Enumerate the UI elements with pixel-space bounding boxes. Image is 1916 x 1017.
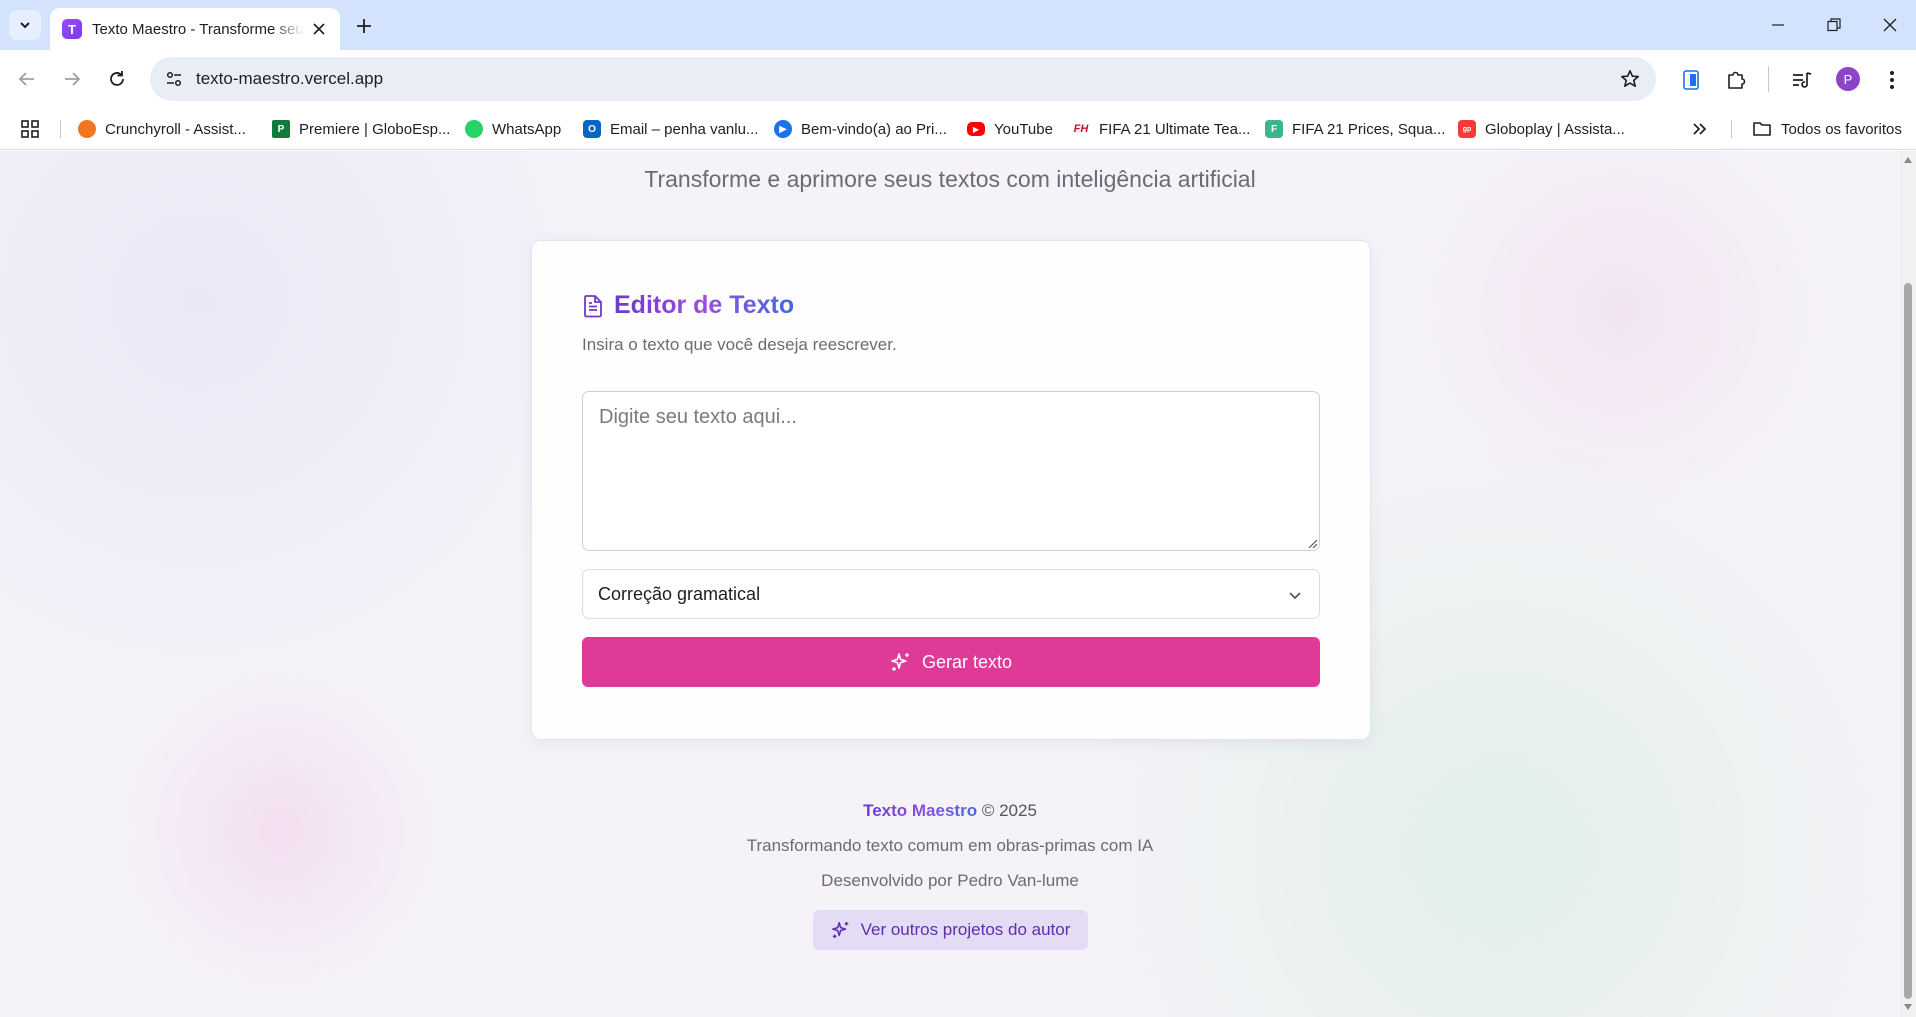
bookmarks-divider <box>60 120 61 138</box>
premiere-icon: P <box>272 120 290 138</box>
sparkles-icon <box>891 653 909 671</box>
minimize-button[interactable] <box>1750 0 1806 50</box>
footer-tagline: Transformando texto comum em obras-prima… <box>746 836 1154 855</box>
youtube-icon: ▶ <box>967 122 985 136</box>
extensions-puzzle-icon[interactable] <box>1723 67 1749 93</box>
browser-toolbar: texto-maestro.vercel.app <box>0 50 1916 108</box>
bookmark-star-icon[interactable] <box>1618 67 1642 91</box>
bookmark-prime-video[interactable]: ▶ Bem-vindo(a) ao Pri... <box>774 108 947 150</box>
bookmark-label: Premiere | GloboEsp... <box>299 120 451 138</box>
address-bar[interactable]: texto-maestro.vercel.app <box>150 57 1656 101</box>
media-queue-icon[interactable] <box>1789 67 1815 93</box>
page-subtitle: Transforme e aprimore seus textos com in… <box>644 166 1256 192</box>
scroll-down-arrow[interactable] <box>1904 1004 1912 1010</box>
tab-search-side-icon[interactable] <box>1678 67 1704 93</box>
apps-grid-icon <box>21 120 39 138</box>
bookmark-whatsapp[interactable]: WhatsApp <box>465 108 561 150</box>
generate-text-button[interactable]: Gerar texto <box>582 637 1320 687</box>
bookmark-youtube[interactable]: ▶ YouTube <box>967 108 1053 150</box>
new-tab-button[interactable] <box>350 12 378 40</box>
folder-icon <box>1753 122 1771 136</box>
bookmark-label: Globoplay | Assista... <box>1485 120 1625 138</box>
scroll-up-arrow[interactable] <box>1904 157 1912 163</box>
browser-tab-active[interactable]: T Texto Maestro - Transforme seus textos <box>50 8 340 50</box>
footer-author: Desenvolvido por Pedro Van-lume <box>821 871 1079 890</box>
bookmarks-overflow-button[interactable] <box>1692 108 1708 150</box>
futbin-icon: F <box>1265 120 1283 138</box>
scrollbar-thumb[interactable] <box>1904 283 1912 999</box>
close-icon <box>1883 18 1897 32</box>
document-icon <box>584 294 602 317</box>
bookmark-premiere[interactable]: P Premiere | GloboEsp... <box>272 108 450 150</box>
page-viewport: Transforme e aprimore seus textos com in… <box>0 151 1900 1017</box>
bookmark-label: Crunchyroll - Assist... <box>105 120 246 138</box>
reload-button[interactable] <box>100 62 134 96</box>
outlook-icon: O <box>583 120 601 138</box>
prime-video-icon: ▶ <box>774 120 792 138</box>
other-projects-label: Ver outros projetos do autor <box>860 920 1071 939</box>
crunchyroll-icon <box>78 120 96 138</box>
footer-brand-line: Texto Maestro © 2025 <box>0 801 1900 821</box>
rewrite-mode-select[interactable]: Correção gramatical <box>582 569 1320 619</box>
tab-close-button[interactable] <box>308 18 330 40</box>
chevron-down-icon <box>20 22 30 29</box>
tab-search-button[interactable] <box>9 10 41 40</box>
whatsapp-icon <box>465 120 483 138</box>
bookmark-label: YouTube <box>994 120 1053 138</box>
bookmark-label: FIFA 21 Ultimate Tea... <box>1099 120 1251 138</box>
futhead-icon: FH <box>1073 123 1089 135</box>
chevron-down-icon <box>1289 592 1301 600</box>
rewrite-mode-value: Correção gramatical <box>598 583 761 604</box>
forward-button[interactable] <box>55 62 89 96</box>
bookmark-outlook[interactable]: O Email – penha vanlu... <box>583 108 758 150</box>
resize-handle-icon[interactable] <box>1308 539 1318 549</box>
url-text: texto-maestro.vercel.app <box>196 69 384 88</box>
bookmark-label: FIFA 21 Prices, Squa... <box>1292 120 1446 138</box>
editor-header: Editor de Texto <box>582 291 794 320</box>
bookmark-label: Bem-vindo(a) ao Pri... <box>801 120 947 138</box>
page-scrollbar[interactable] <box>1900 151 1916 1017</box>
bookmark-futhead[interactable]: FH FIFA 21 Ultimate Tea... <box>1072 108 1251 150</box>
plus-icon <box>357 19 371 33</box>
tab-title: Texto Maestro - Transforme seus textos <box>92 20 304 38</box>
other-projects-button[interactable]: Ver outros projetos do autor <box>813 910 1088 950</box>
double-chevron-right-icon <box>1693 123 1707 135</box>
generate-text-label: Gerar texto <box>921 651 1013 672</box>
more-menu-icon[interactable] <box>1879 67 1905 93</box>
close-window-button[interactable] <box>1862 0 1916 50</box>
all-bookmarks-folder[interactable]: Todos os favoritos <box>1752 108 1902 150</box>
restore-icon <box>1827 18 1841 32</box>
reload-icon <box>110 71 124 86</box>
bookmark-globoplay[interactable]: gp Globoplay | Assista... <box>1458 108 1625 150</box>
bookmark-label: Email – penha vanlu... <box>610 120 759 138</box>
bookmarks-bar: Crunchyroll - Assist... P Premiere | Glo… <box>0 108 1916 150</box>
apps-grid-button[interactable] <box>20 108 40 150</box>
all-bookmarks-label: Todos os favoritos <box>1781 120 1902 138</box>
site-info-icon[interactable] <box>160 65 188 93</box>
editor-card: Editor de Texto Insira o texto que você … <box>531 240 1371 740</box>
footer-copyright: © 2025 <box>981 801 1037 820</box>
editor-description: Insira o texto que você deseja reescreve… <box>582 335 897 354</box>
footer-brand: Texto Maestro <box>863 801 978 820</box>
bookmarks-divider <box>1731 120 1732 138</box>
toolbar-divider <box>1768 66 1769 92</box>
bookmark-futbin[interactable]: F FIFA 21 Prices, Squa... <box>1265 108 1445 150</box>
arrow-left-icon <box>18 72 34 86</box>
tab-strip: T Texto Maestro - Transforme seus textos <box>0 0 1916 50</box>
restore-button[interactable] <box>1806 0 1862 50</box>
back-button[interactable] <box>10 62 44 96</box>
bookmark-label: WhatsApp <box>492 120 562 138</box>
editor-title: Editor de Texto <box>614 291 795 319</box>
close-icon <box>313 23 325 35</box>
tab-favicon: T <box>62 19 82 39</box>
profile-avatar[interactable]: P <box>1836 67 1860 91</box>
text-input[interactable] <box>582 391 1320 551</box>
minimize-icon <box>1772 24 1784 26</box>
globoplay-icon: gp <box>1458 120 1476 138</box>
bookmark-crunchyroll[interactable]: Crunchyroll - Assist... <box>78 108 246 150</box>
sparkles-icon <box>831 921 848 939</box>
arrow-right-icon <box>65 72 81 86</box>
